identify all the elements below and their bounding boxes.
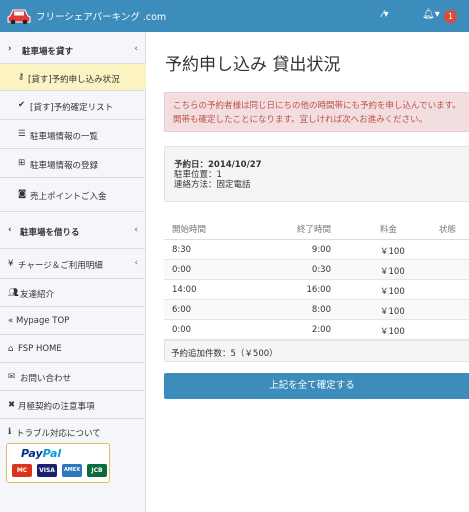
info-icon: ℹ xyxy=(8,427,12,437)
confirm-all-button[interactable]: 上記を全て確定する xyxy=(164,373,469,399)
sidebar-item-label: 月極契約の注意事項 xyxy=(18,402,95,412)
sidebar: › 駐車場を貸す ‹ ⚷ [貸す]予約申し込み状況 ✔ [貸す]予約確定リスト … xyxy=(0,32,146,512)
table-footer-summary: 予約追加件数：5（￥500） xyxy=(164,340,469,362)
sidebar-item-parking-list[interactable]: ☰ 駐車場情報の一覧 xyxy=(0,120,146,149)
cell-end: 16:00 xyxy=(306,285,332,295)
car-logo-icon[interactable] xyxy=(7,7,31,25)
main-content: 予約申し込み 貸出状況 こちらの予約者様は同じ日にちの他の時間帯にも予約を申し込… xyxy=(147,32,469,512)
sidebar-item-trouble[interactable]: ℹ トラブル対応について xyxy=(0,419,146,445)
sidebar-item-label: お問い合わせ xyxy=(20,374,72,384)
table-row: 0:00 2:00 ￥100 xyxy=(164,320,469,340)
alert-line: こちらの予約者様は同じ日にちの他の時間帯にも予約を申し込んでいます。 xyxy=(173,101,461,111)
cell-end: 8:00 xyxy=(311,305,331,315)
key-icon: ⚷ xyxy=(18,72,25,82)
visa-icon: VISA xyxy=(37,464,57,477)
reservation-info: 予約日：2014/10/27 駐車位置：1 連絡方法：固定電話 xyxy=(164,146,469,202)
sidebar-item-label: 駐車場情報の登録 xyxy=(30,161,99,171)
parking-position: 駐車位置：1 xyxy=(174,170,222,180)
home-icon: ⌂ xyxy=(8,344,14,354)
list-icon: ☰ xyxy=(18,129,26,139)
cell-fee: ￥100 xyxy=(380,247,405,257)
yen-icon: ¥ xyxy=(8,259,14,269)
table-row: 6:00 8:00 ￥100 xyxy=(164,300,469,320)
notification-badge: 1 xyxy=(444,10,457,23)
cell-start: 0:00 xyxy=(172,325,192,335)
sidebar-item-label: 友達紹介 xyxy=(20,290,55,300)
angle-double-up-icon: « xyxy=(8,316,14,326)
table-row: 14:00 16:00 ￥100 xyxy=(164,280,469,300)
header-status: 状態 xyxy=(439,225,457,235)
paypal-logo: PayPal MC VISA AMEX JCB xyxy=(6,443,110,483)
check-circle-icon: ✔ xyxy=(18,100,26,110)
sidebar-item-label: [貸す]予約確定リスト xyxy=(30,103,114,113)
sidebar-section-label: 駐車場を借りる xyxy=(20,228,80,238)
cell-start: 8:30 xyxy=(172,245,192,255)
alert-line: 開帯も確定したことになります。宜しければ次へお進みください。 xyxy=(173,115,428,125)
times-icon: ✖ xyxy=(8,400,16,410)
sidebar-item-label: 駐車場情報の一覧 xyxy=(30,132,99,142)
cell-end: 2:00 xyxy=(311,325,331,335)
cell-start: 14:00 xyxy=(172,285,197,295)
cell-fee: ￥100 xyxy=(380,307,405,317)
mastercard-icon: MC xyxy=(12,464,32,477)
header-start: 開始時間 xyxy=(172,225,207,235)
sidebar-section-rent[interactable]: ‹ 駐車場を借りる ‹ xyxy=(0,212,146,249)
cell-end: 0:30 xyxy=(311,265,331,275)
chevron-right-icon: › xyxy=(8,44,12,54)
table-row: 8:30 9:00 ￥100 xyxy=(164,240,469,260)
sidebar-item-label: 売上ポイントご入金 xyxy=(30,192,107,202)
cell-fee: ￥100 xyxy=(380,327,405,337)
users-icon: 👥︎ xyxy=(8,288,19,298)
sidebar-section-lend[interactable]: › 駐車場を貸す ‹ xyxy=(0,36,146,64)
chevron-left-icon: ‹ xyxy=(134,225,138,235)
sidebar-item-parking-register[interactable]: ⊞ 駐車場情報の登録 xyxy=(0,149,146,178)
reservation-date: 予約日：2014/10/27 xyxy=(174,160,262,170)
sidebar-item-monthly-notes[interactable]: ✖ 月極契約の注意事項 xyxy=(0,391,146,419)
amex-icon: AMEX xyxy=(62,464,82,477)
sidebar-item-label: [貸す]予約申し込み状況 xyxy=(28,75,120,85)
sidebar-item-contact[interactable]: ✉ お問い合わせ xyxy=(0,363,146,391)
chevron-left-icon: ‹ xyxy=(134,44,138,54)
sidebar-item-fsp-home[interactable]: ⌂ FSP HOME xyxy=(0,335,146,363)
plus-square-icon: ⊞ xyxy=(18,158,26,168)
sidebar-item-lend-requests[interactable]: ⚷ [貸す]予約申し込み状況 xyxy=(0,64,146,91)
table-header: 開始時間 終了時間 料金 状態 xyxy=(164,218,469,240)
sidebar-item-mypage[interactable]: « Mypage TOP xyxy=(0,307,146,335)
cell-fee: ￥100 xyxy=(380,267,405,277)
bell-icon[interactable]: 🔔︎▾ xyxy=(422,9,440,20)
cell-fee: ￥100 xyxy=(380,287,405,297)
chevron-left-icon: ‹ xyxy=(8,225,12,235)
contact-method: 連絡方法：固定電話 xyxy=(174,180,251,190)
warning-alert: こちらの予約者様は同じ日にちの他の時間帯にも予約を申し込んでいます。 開帯も確定… xyxy=(164,92,469,132)
page-title: 予約申し込み 貸出状況 xyxy=(165,55,341,75)
header-end: 終了時間 xyxy=(296,225,331,235)
brand-title[interactable]: フリーシェアパーキング .com xyxy=(36,9,166,23)
cell-start: 6:00 xyxy=(172,305,192,315)
sidebar-item-sales-deposit[interactable]: ◙ 売上ポイントご入金 xyxy=(0,178,146,212)
sidebar-section-label: 駐車場を貸す xyxy=(22,47,74,57)
sidebar-item-charge[interactable]: ¥ チャージ＆ご利用明細 ‹ xyxy=(0,249,146,279)
top-navbar: フリーシェアパーキング .com ⁄▾ 🔔︎▾ 1 xyxy=(0,0,469,32)
chevron-left-icon: ‹ xyxy=(134,258,138,268)
paypal-wordmark: PayPal xyxy=(21,447,62,460)
table-row: 0:00 0:30 ￥100 xyxy=(164,260,469,280)
sidebar-item-label: FSP HOME xyxy=(18,344,62,354)
jcb-icon: JCB xyxy=(87,464,107,477)
magic-wand-icon[interactable]: ⁄▾ xyxy=(382,9,389,20)
camera-icon: ◙ xyxy=(18,189,27,199)
cell-end: 9:00 xyxy=(311,245,331,255)
reservation-table: 開始時間 終了時間 料金 状態 8:30 9:00 ￥100 0:00 0:30… xyxy=(164,218,469,340)
envelope-icon: ✉ xyxy=(8,372,16,382)
header-fee: 料金 xyxy=(380,225,398,235)
sidebar-item-confirmed-list[interactable]: ✔ [貸す]予約確定リスト xyxy=(0,91,146,120)
sidebar-item-friend[interactable]: 👥︎ 友達紹介 xyxy=(0,279,146,307)
cell-start: 0:00 xyxy=(172,265,192,275)
sidebar-item-label: Mypage TOP xyxy=(16,316,70,326)
sidebar-item-label: トラブル対応について xyxy=(16,429,101,439)
sidebar-item-label: チャージ＆ご利用明細 xyxy=(18,261,103,271)
